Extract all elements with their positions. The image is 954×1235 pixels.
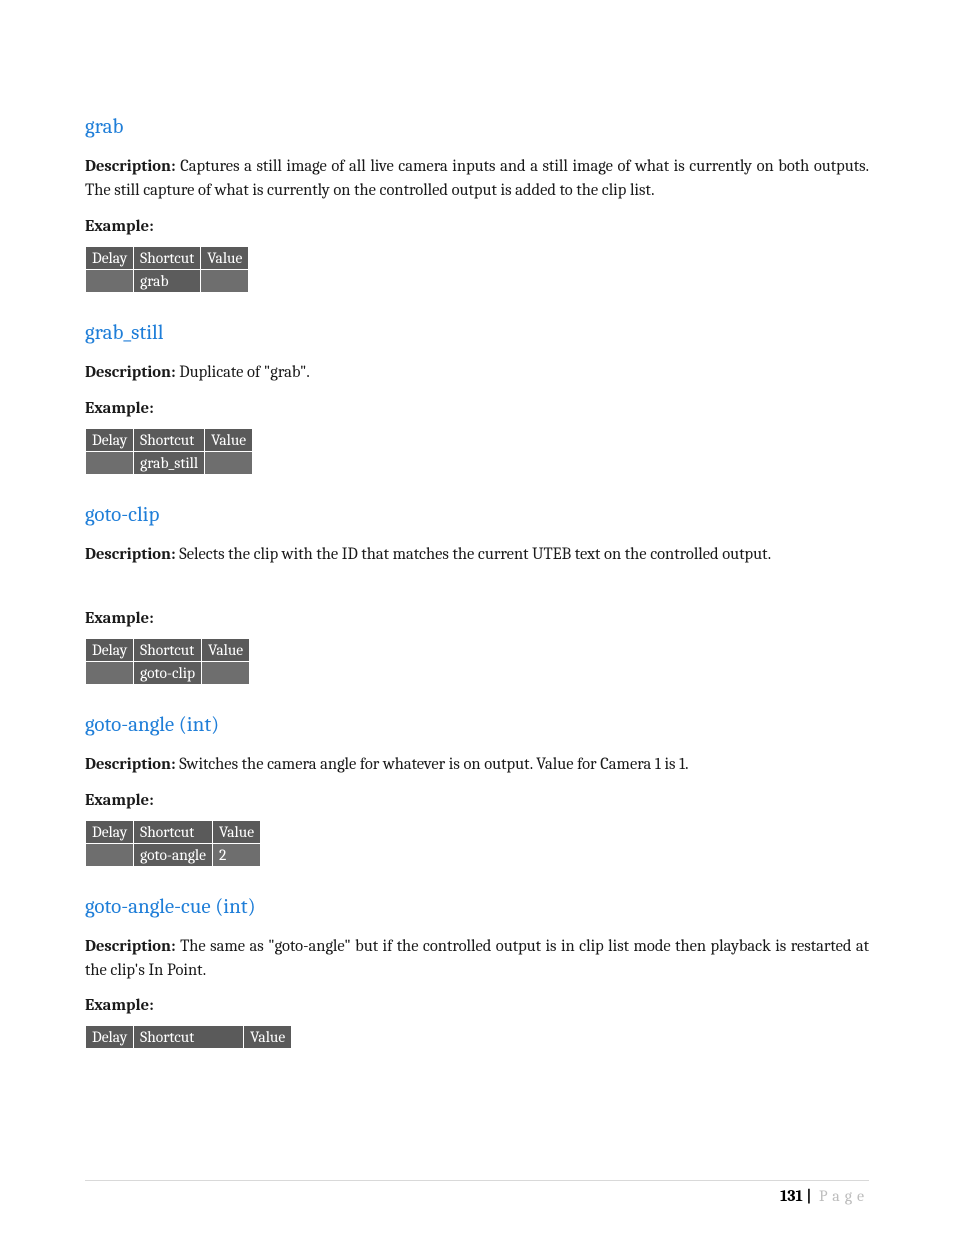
- spacer: [85, 581, 869, 609]
- shortcut-table: Delay Shortcut Value goto-angle 2: [85, 820, 261, 867]
- cell-delay: [86, 269, 134, 292]
- shortcut-table: Delay Shortcut Value goto-clip: [85, 638, 250, 685]
- page-content: grab Description: Captures a still image…: [0, 0, 954, 1049]
- description-label: Description:: [85, 157, 176, 176]
- description-paragraph: Description: Switches the camera angle f…: [85, 753, 869, 777]
- col-delay-header: Delay: [86, 1026, 134, 1049]
- cell-shortcut: grab_still: [134, 451, 205, 474]
- description-text: Duplicate of "grab".: [179, 363, 310, 382]
- table-header-row: Delay Shortcut Value: [86, 820, 261, 843]
- table-header-row: Delay Shortcut Value: [86, 1026, 292, 1049]
- col-value-header: Value: [202, 638, 250, 661]
- cell-value: [202, 661, 250, 684]
- shortcut-table: Delay Shortcut Value grab_still: [85, 428, 253, 475]
- section-heading: goto-angle (int): [85, 713, 869, 737]
- table-header-row: Delay Shortcut Value: [86, 246, 249, 269]
- section-heading: grab_still: [85, 321, 869, 345]
- col-shortcut-header: Shortcut: [134, 428, 205, 451]
- col-value-header: Value: [205, 428, 253, 451]
- col-value-header: Value: [201, 246, 249, 269]
- section-heading: grab: [85, 115, 869, 139]
- description-label: Description:: [85, 545, 176, 564]
- col-delay-header: Delay: [86, 820, 134, 843]
- page-footer: 131 | Page: [85, 1180, 869, 1205]
- cell-delay: [86, 843, 134, 866]
- cell-value: [205, 451, 253, 474]
- col-shortcut-header: Shortcut: [134, 1026, 244, 1049]
- cell-value: 2: [212, 843, 260, 866]
- section-heading: goto-angle-cue (int): [85, 895, 869, 919]
- example-label: Example:: [85, 609, 869, 628]
- description-label: Description:: [85, 937, 176, 956]
- description-paragraph: Description: The same as "goto-angle" bu…: [85, 935, 869, 983]
- example-label: Example:: [85, 996, 869, 1015]
- col-value-header: Value: [244, 1026, 292, 1049]
- page-number: 131: [780, 1187, 803, 1205]
- col-delay-header: Delay: [86, 638, 134, 661]
- description-text: Selects the clip with the ID that matche…: [179, 545, 771, 564]
- table-row: grab: [86, 269, 249, 292]
- cell-shortcut: goto-angle: [134, 843, 213, 866]
- cell-delay: [86, 451, 134, 474]
- col-value-header: Value: [212, 820, 260, 843]
- col-shortcut-header: Shortcut: [134, 246, 201, 269]
- cell-shortcut: grab: [134, 269, 201, 292]
- example-label: Example:: [85, 217, 869, 236]
- shortcut-table: Delay Shortcut Value: [85, 1025, 292, 1049]
- description-label: Description:: [85, 363, 176, 382]
- description-paragraph: Description: Selects the clip with the I…: [85, 543, 869, 567]
- description-paragraph: Description: Duplicate of "grab".: [85, 361, 869, 385]
- col-delay-header: Delay: [86, 428, 134, 451]
- description-text: The same as "goto-angle" but if the cont…: [85, 937, 869, 980]
- col-delay-header: Delay: [86, 246, 134, 269]
- description-text: Captures a still image of all live camer…: [85, 157, 869, 200]
- cell-value: [201, 269, 249, 292]
- page-word: Page: [819, 1187, 869, 1205]
- table-row: grab_still: [86, 451, 253, 474]
- example-label: Example:: [85, 791, 869, 810]
- table-row: goto-clip: [86, 661, 250, 684]
- cell-shortcut: goto-clip: [134, 661, 202, 684]
- description-label: Description:: [85, 755, 176, 774]
- description-text: Switches the camera angle for whatever i…: [179, 755, 688, 774]
- page-number-sep: |: [803, 1187, 815, 1205]
- col-shortcut-header: Shortcut: [134, 820, 213, 843]
- section-heading: goto-clip: [85, 503, 869, 527]
- cell-delay: [86, 661, 134, 684]
- shortcut-table: Delay Shortcut Value grab: [85, 246, 249, 293]
- table-row: goto-angle 2: [86, 843, 261, 866]
- table-header-row: Delay Shortcut Value: [86, 428, 253, 451]
- col-shortcut-header: Shortcut: [134, 638, 202, 661]
- description-paragraph: Description: Captures a still image of a…: [85, 155, 869, 203]
- example-label: Example:: [85, 399, 869, 418]
- table-header-row: Delay Shortcut Value: [86, 638, 250, 661]
